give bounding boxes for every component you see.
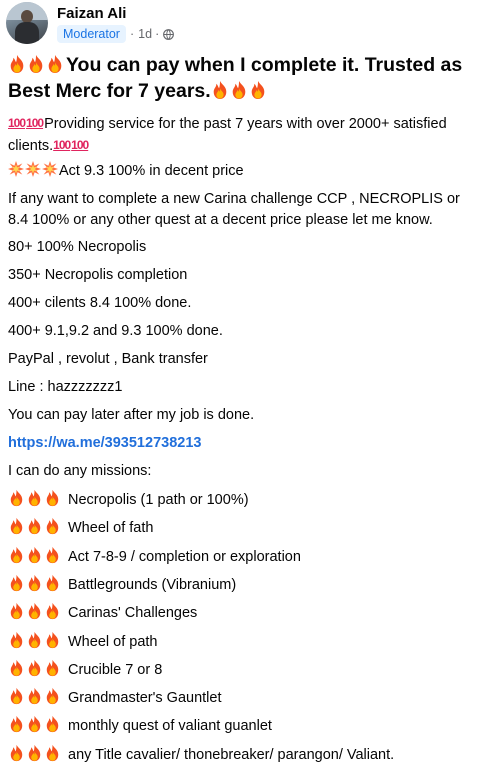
missions-heading: I can do any missions: <box>8 463 152 479</box>
fire-emoji-icon <box>8 546 62 568</box>
mission-label: Carinas' Challenges <box>68 605 198 622</box>
mission-item: any Title cavalier/ thonebreaker/ parang… <box>8 744 474 766</box>
avatar[interactable] <box>6 2 48 44</box>
fire-emoji-icon <box>8 744 62 766</box>
mission-item: Necropolis (1 path or 100%) <box>8 489 474 511</box>
mission-label: Act 7-8-9 / completion or exploration <box>68 548 301 565</box>
offer-text: If any want to complete a new Carina cha… <box>8 191 460 228</box>
mission-item: Grandmaster's Gauntlet <box>8 687 474 709</box>
stat-line: 400+ 9.1,9.2 and 9.3 100% done. <box>8 323 223 339</box>
meta-separator: · <box>129 27 135 41</box>
act-line-text: Act 9.3 100% in decent price <box>59 163 244 179</box>
author-name[interactable]: Faizan Ali <box>57 5 126 22</box>
stat-line: 400+ cilents 8.4 100% done. <box>8 295 192 311</box>
moderator-badge: Moderator <box>57 25 126 43</box>
fire-emoji-icon <box>249 80 267 100</box>
mission-label: Battlegrounds (Vibranium) <box>68 576 237 593</box>
post-title: You can pay when I complete it. Trusted … <box>8 52 470 104</box>
hundred-points-emoji-icon: 100 <box>8 116 26 130</box>
mission-label: Wheel of fath <box>68 520 154 537</box>
fire-emoji-icon <box>8 489 62 511</box>
stat-line: 80+ 100% Necropolis <box>8 239 147 255</box>
fire-emoji-icon <box>8 574 62 596</box>
fire-emoji-icon <box>8 52 65 78</box>
mission-item: Wheel of fath <box>8 517 474 539</box>
payment-line: PayPal , revolut , Bank transfer <box>8 351 208 367</box>
hundred-points-emoji-icon: 100 <box>53 138 71 152</box>
act-line: Act 9.3 100% in decent price <box>8 161 474 182</box>
mission-label: any Title cavalier/ thonebreaker/ parang… <box>68 746 395 763</box>
collision-emoji-icon <box>25 161 41 177</box>
mission-item: Wheel of path <box>8 631 474 653</box>
mission-label: monthly quest of valiant guanlet <box>68 718 272 735</box>
line-id: Line : hazzzzzzz1 <box>8 379 123 395</box>
post-time[interactable]: 1d <box>138 27 152 41</box>
globe-icon <box>163 28 175 40</box>
mission-label: Crucible 7 or 8 <box>68 661 163 678</box>
mission-label: Necropolis (1 path or 100%) <box>68 492 249 508</box>
mission-item: Carinas' Challenges <box>8 602 474 624</box>
whatsapp-link[interactable]: https://wa.me/393512738213 <box>8 433 474 454</box>
pay-later-line: You can pay later after my job is done. <box>8 407 255 423</box>
hundred-points-emoji-icon: 100 <box>26 116 44 130</box>
mission-item: Act 7-8-9 / completion or exploration <box>8 546 474 568</box>
collision-emoji-icon <box>8 161 24 177</box>
mission-label: Wheel of path <box>68 633 158 650</box>
fire-emoji-icon <box>8 602 62 624</box>
fire-emoji-icon <box>211 80 229 100</box>
fire-emoji-icon <box>8 659 62 681</box>
stat-line: 350+ Necropolis completion <box>8 267 188 283</box>
fire-emoji-icon <box>8 631 62 653</box>
mission-label: Grandmaster's Gauntlet <box>68 690 222 707</box>
collision-emoji-icon <box>42 161 58 177</box>
intro-line: 100100Providing service for the past 7 y… <box>8 113 474 157</box>
hundred-points-emoji-icon: 100 <box>71 138 89 152</box>
mission-item: Crucible 7 or 8 <box>8 659 474 681</box>
fire-emoji-icon <box>230 80 248 100</box>
mission-item: monthly quest of valiant guanlet <box>8 715 474 737</box>
facebook-post: Faizan Ali Moderator · 1d · You can pay … <box>0 0 479 776</box>
mission-item: Battlegrounds (Vibranium) <box>8 574 474 596</box>
post-meta: Moderator · 1d · <box>57 25 175 43</box>
fire-emoji-icon <box>8 687 62 709</box>
fire-emoji-icon <box>8 517 62 539</box>
fire-emoji-icon <box>8 715 62 737</box>
post-header: Faizan Ali Moderator · 1d · <box>6 2 466 46</box>
